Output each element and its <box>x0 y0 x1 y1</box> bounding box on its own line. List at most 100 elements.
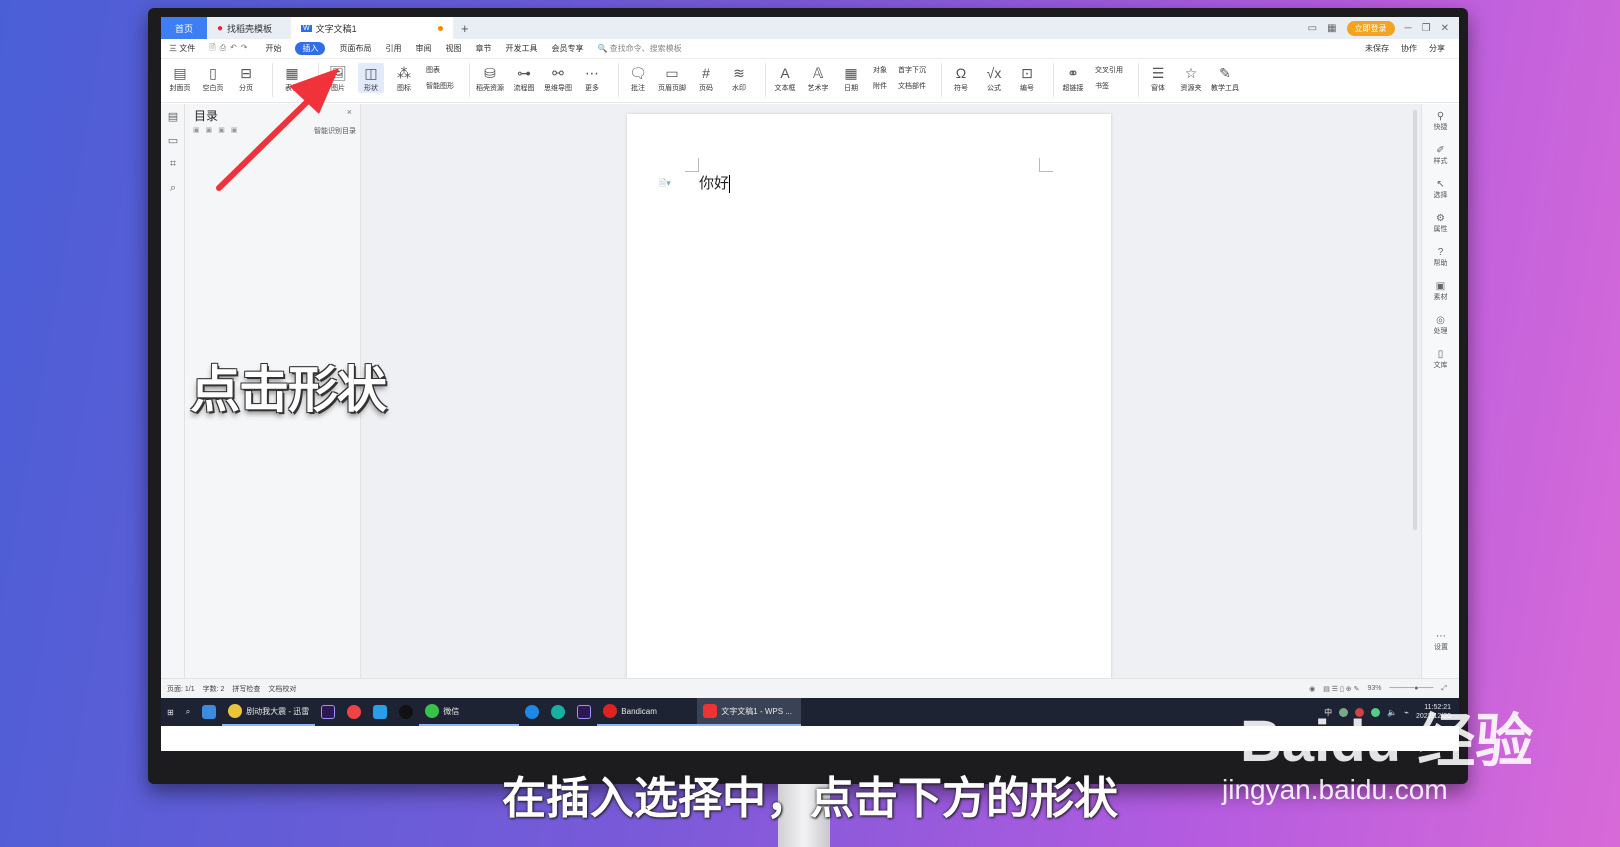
toc-close-icon[interactable]: × <box>347 107 352 117</box>
more-button[interactable]: ⋯ 更多 <box>579 63 605 93</box>
word-count[interactable]: 字数: 2 <box>203 684 225 694</box>
quick-button[interactable]: ⚲ 快捷 <box>1422 104 1459 138</box>
select-button[interactable]: ↖ 选择 <box>1422 172 1459 206</box>
date-button[interactable]: ▦ 日期 <box>838 63 864 93</box>
document-text-content: 你好 <box>699 174 730 192</box>
spell-check[interactable]: 拼写检查 <box>232 684 260 694</box>
taskbar-app-wps[interactable]: 文字文稿1 - WPS ... <box>697 698 802 726</box>
view-mode-icons[interactable]: ▤ ☰ ▯ ⊕ ✎ <box>1323 685 1359 693</box>
vertical-scrollbar[interactable] <box>1413 110 1417 530</box>
minimize-icon[interactable]: ─ <box>1405 23 1412 34</box>
page-number-button[interactable]: # 页码 <box>693 63 719 93</box>
fullscreen-icon[interactable]: ⤢ <box>1441 685 1447 693</box>
mindmap-button[interactable]: ⚯ 思维导图 <box>544 63 572 93</box>
flowchart-button[interactable]: ⊶ 流程图 <box>511 63 537 93</box>
login-button[interactable]: 立即登录 <box>1346 20 1395 36</box>
library-button[interactable]: ▯ 文库 <box>1422 342 1459 376</box>
toc-panel-icon[interactable]: ▤ <box>161 104 185 128</box>
calendar-icon: ▦ <box>844 64 858 81</box>
photos-button[interactable] <box>196 698 222 726</box>
document-text[interactable]: 你好 <box>699 172 731 193</box>
crossref-button[interactable]: 交叉引用 <box>1095 65 1123 75</box>
smart-graphic-button[interactable]: 智能图形 <box>426 81 454 91</box>
taskbar-app-wechat[interactable]: 微信 <box>419 698 520 726</box>
apps-grid-icon[interactable]: ▦ <box>1327 23 1336 34</box>
bookmark-icon[interactable]: ⌗ <box>161 152 185 176</box>
dropcap-button[interactable]: 首字下沉 <box>898 65 926 75</box>
object-button[interactable]: 对象 <box>873 65 887 75</box>
menu-insert[interactable]: 插入 <box>295 42 326 55</box>
numbering-label: 编号 <box>1020 85 1034 92</box>
header-footer-button[interactable]: ▭ 页眉页脚 <box>658 63 686 93</box>
textbox-button[interactable]: A 文本框 <box>772 63 798 93</box>
menu-start[interactable]: 开始 <box>265 43 281 54</box>
teaching-tools-button[interactable]: ✎ 教学工具 <box>1211 63 1239 93</box>
cover-page-button[interactable]: ▤ 封面页 <box>167 63 193 93</box>
help-button[interactable]: ? 帮助 <box>1422 240 1459 274</box>
formula-button[interactable]: √x 公式 <box>981 63 1007 93</box>
numbering-button[interactable]: ⊡ 编号 <box>1014 63 1040 93</box>
menu-chapter[interactable]: 章节 <box>475 43 491 54</box>
taskbar-app-thunder[interactable]: 剧动我大震 - 迅雷 <box>222 698 316 726</box>
search-button[interactable]: ⌕ <box>180 698 196 726</box>
start-button[interactable]: ⊞ <box>161 698 180 726</box>
docpart-button[interactable]: 文档部件 <box>898 81 926 91</box>
chrome-button[interactable] <box>341 698 367 726</box>
style-button[interactable]: ✐ 样式 <box>1422 138 1459 172</box>
process-button[interactable]: ◎ 处理 <box>1422 308 1459 342</box>
watermark-label: 水印 <box>732 85 746 92</box>
document-page[interactable]: 🗎▾ 你好 <box>627 114 1111 680</box>
qq-browser-button[interactable] <box>367 698 393 726</box>
wordart-button[interactable]: 𝔸 艺术字 <box>805 63 831 93</box>
command-search[interactable]: 🔍 查找命令、搜索模板 <box>597 43 681 54</box>
menu-member[interactable]: 会员专享 <box>551 43 583 54</box>
style-label: 样式 <box>1433 157 1448 165</box>
new-tab-button[interactable]: + <box>453 21 477 36</box>
close-icon[interactable]: ✕ <box>1441 23 1449 34</box>
collab-button[interactable]: 协作 <box>1401 43 1417 54</box>
menu-review[interactable]: 审阅 <box>415 43 431 54</box>
menu-layout[interactable]: 页面布局 <box>339 43 371 54</box>
hyperlink-button[interactable]: ⚭ 超链接 <box>1060 63 1086 93</box>
doc-proof[interactable]: 文档校对 <box>268 684 296 694</box>
comment-button[interactable]: 🗨 批注 <box>625 63 651 93</box>
menu-view[interactable]: 视图 <box>445 43 461 54</box>
resource-folder-button[interactable]: ☆ 资源夹 <box>1178 63 1204 93</box>
ie-button[interactable] <box>519 698 545 726</box>
qq-button[interactable] <box>393 698 419 726</box>
attachment-button[interactable]: 附件 <box>873 81 887 91</box>
tab-template[interactable]: ● 找稻壳模板 <box>207 17 291 39</box>
edge-button[interactable] <box>545 698 571 726</box>
premiere-button[interactable] <box>315 698 341 726</box>
symbol-button[interactable]: Ω 符号 <box>948 63 974 93</box>
settings-button[interactable]: ⋯ 设置 <box>1422 624 1459 658</box>
form-button[interactable]: ☰ 窗体 <box>1145 63 1171 93</box>
docer-resource-button[interactable]: ⛁ 稻壳资源 <box>476 63 504 93</box>
tab-home[interactable]: 首页 <box>161 17 207 39</box>
unsaved-status[interactable]: 未保存 <box>1365 43 1389 54</box>
file-menu[interactable]: 三 文件 <box>169 43 195 54</box>
eye-protect-icon[interactable]: ◉ <box>1309 685 1315 693</box>
quick-tools-icon[interactable]: 🗎⎙↶↷ <box>209 42 251 56</box>
icon-button[interactable]: ⁂ 图标 <box>391 63 417 93</box>
layout-icon[interactable]: ▭ <box>1308 23 1317 34</box>
premiere-button-2[interactable] <box>571 698 597 726</box>
material-button[interactable]: ▣ 素材 <box>1422 274 1459 308</box>
menu-reference[interactable]: 引用 <box>385 43 401 54</box>
formula-icon: √x <box>986 65 1002 81</box>
menu-devtools[interactable]: 开发工具 <box>505 43 537 54</box>
shape-button[interactable]: ◫ 形状 <box>358 63 384 93</box>
find-icon[interactable]: ⌕ <box>161 176 185 200</box>
zoom-level[interactable]: 93% <box>1367 685 1381 693</box>
property-button[interactable]: ⚙ 属性 <box>1422 206 1459 240</box>
share-button[interactable]: 分享 <box>1429 43 1445 54</box>
taskbar-app-bandicam[interactable]: Bandicam <box>597 698 698 726</box>
watermark-button[interactable]: ≋ 水印 <box>726 63 752 93</box>
tab-document[interactable]: W 文字文稿1 <box>291 17 453 39</box>
chart-button[interactable]: 图表 <box>426 65 454 75</box>
nav-pane-icon[interactable]: ▭ <box>161 128 185 152</box>
bookmark-button[interactable]: 书签 <box>1095 81 1123 91</box>
paragraph-doc-icon[interactable]: 🗎▾ <box>659 176 671 192</box>
zoom-slider[interactable]: ─────●─── <box>1389 685 1433 693</box>
restore-icon[interactable]: ❐ <box>1422 23 1431 34</box>
